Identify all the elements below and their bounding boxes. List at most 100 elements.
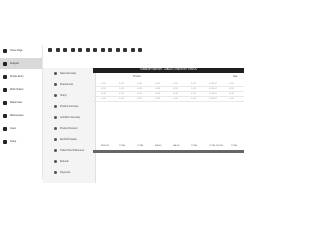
export-icon[interactable] (123, 47, 127, 52)
table-row: #,### #,### #,### #,### #,### #,### #,##… (93, 97, 244, 102)
grid-icon (3, 74, 7, 79)
table-cell: #,### (119, 88, 125, 90)
table-cell: #,### (155, 98, 161, 100)
table-cell: #,### (155, 83, 161, 85)
submenu-item[interactable]: Ticket Price Differences (43, 145, 95, 156)
sidebar-item-label: Home Page (10, 49, 23, 52)
list-icon (54, 116, 57, 119)
submenu-item-label: Refunds (60, 160, 69, 163)
table-cell: #,###.## (209, 88, 217, 90)
sidebar-item-label: Warehouse (10, 101, 23, 104)
table-cell: #,### (137, 98, 143, 100)
sidebar: Home Page Analysis Simple Entry Work Ord… (0, 45, 43, 180)
toolbar (48, 46, 142, 53)
calendar-icon[interactable] (100, 47, 105, 52)
submenu-item[interactable]: Condition Summary (43, 112, 95, 123)
table-cell: #,### (101, 93, 107, 95)
table-cell: #,### (173, 93, 179, 95)
submenu-item[interactable]: Refunds (43, 156, 95, 167)
table-cell: #,### (101, 88, 107, 90)
sidebar-item-label: Users (10, 127, 17, 130)
table-cell: #,### (229, 88, 235, 90)
sidebar-item-label: Analysis (10, 62, 19, 65)
totals-cell: SALES (173, 145, 180, 147)
ticket-icon (54, 149, 57, 152)
table-cell: #,### (119, 98, 125, 100)
table-cell: #,### (119, 93, 125, 95)
clock-icon (54, 94, 57, 97)
table-cell: #,### (229, 98, 235, 100)
table-cell: #,### (155, 93, 161, 95)
chart-icon (3, 61, 7, 66)
print-icon[interactable] (55, 47, 60, 52)
totals-cell: REGION (101, 145, 109, 147)
folder-icon (54, 83, 57, 86)
submenu-item[interactable]: Product Discount (43, 123, 95, 134)
table-cell: #,### (173, 83, 179, 85)
totals-cell: TOTAL (119, 145, 126, 147)
sidebar-item-label: Setup (10, 140, 17, 143)
list-icon[interactable] (93, 47, 97, 52)
submenu-item[interactable]: Product Summary (43, 101, 95, 112)
report-table: #,### #,### #,### #,### #,### #,### #,##… (93, 82, 244, 102)
sidebar-item-work-orders[interactable]: Work Orders (0, 84, 42, 95)
submenu-item[interactable]: Sales Summary (43, 68, 95, 79)
submenu-item-label: Hourly (60, 94, 67, 97)
grid-icon[interactable] (48, 47, 52, 52)
help-icon[interactable] (108, 47, 112, 52)
table-cell: #,### (101, 98, 107, 100)
sidebar-item-users[interactable]: Users (0, 123, 42, 134)
column-group-product: Product (133, 76, 141, 78)
sidebar-item-setup[interactable]: Setup (0, 136, 42, 147)
pdf-icon[interactable] (130, 47, 135, 52)
sidebar-item-warehouse[interactable]: Warehouse (0, 97, 42, 108)
sidebar-item-analysis[interactable]: Analysis (0, 58, 42, 69)
user-icon (3, 126, 7, 131)
analysis-submenu: Sales Summary Departments Hourly Product… (43, 68, 96, 183)
gear-icon (3, 113, 7, 118)
save-icon[interactable] (63, 47, 67, 52)
table-subheader: Product Sale (93, 76, 244, 80)
table-cell: #,### (173, 88, 179, 90)
column-group-sale: Sale (233, 76, 238, 78)
refund-icon (54, 160, 57, 163)
totals-cell: TOTAL GROSS (209, 145, 223, 147)
sidebar-item-simple-entry[interactable]: Simple Entry (0, 71, 42, 82)
table-cell: #,### (173, 98, 179, 100)
chart-icon[interactable] (85, 47, 90, 52)
table-cell: #,### (191, 83, 197, 85)
copy-icon[interactable] (70, 47, 75, 52)
doc-icon (54, 138, 57, 141)
submenu-item[interactable]: Departments (43, 79, 95, 90)
table-cell: #,### (137, 83, 143, 85)
footer-note: ## ## (64, 138, 70, 140)
sidebar-item-home[interactable]: Home Page (0, 45, 42, 56)
table-cell: #,### (229, 83, 235, 85)
totals-divider (93, 150, 244, 153)
box-icon (3, 100, 7, 105)
table-cell: #,### (137, 88, 143, 90)
submenu-item-label: Departments (60, 83, 74, 86)
sidebar-item-label: Maintenance (10, 114, 24, 117)
submenu-item[interactable]: Hourly (43, 90, 95, 101)
sidebar-item-maintenance[interactable]: Maintenance (0, 110, 42, 121)
submenu-item-label: Payments (60, 171, 71, 174)
submenu-item-label: Product Summary (60, 105, 79, 108)
mail-icon[interactable] (138, 47, 142, 52)
table-cell: #,### (137, 93, 143, 95)
table-cell: #,### (191, 88, 197, 90)
sidebar-item-label: Simple Entry (10, 75, 24, 78)
table-cell: #,### (191, 93, 197, 95)
submenu-item-label: Product Discount (60, 127, 78, 130)
edit-icon[interactable] (78, 47, 82, 52)
totals-cell: TOTAL (231, 145, 238, 147)
sidebar-item-label: Work Orders (10, 88, 24, 91)
settings-icon (3, 139, 7, 144)
filter-icon[interactable] (115, 47, 120, 52)
submenu-item-label: Ticket Price Differences (60, 149, 85, 152)
submenu-item-label: Sales Summary (60, 72, 77, 75)
percent-icon (54, 127, 57, 130)
table-cell: #,### (155, 88, 161, 90)
submenu-item[interactable]: Payments (43, 167, 95, 178)
totals-row: REGION TOTAL TOTAL SALES SALES TOTAL TOT… (93, 145, 244, 149)
